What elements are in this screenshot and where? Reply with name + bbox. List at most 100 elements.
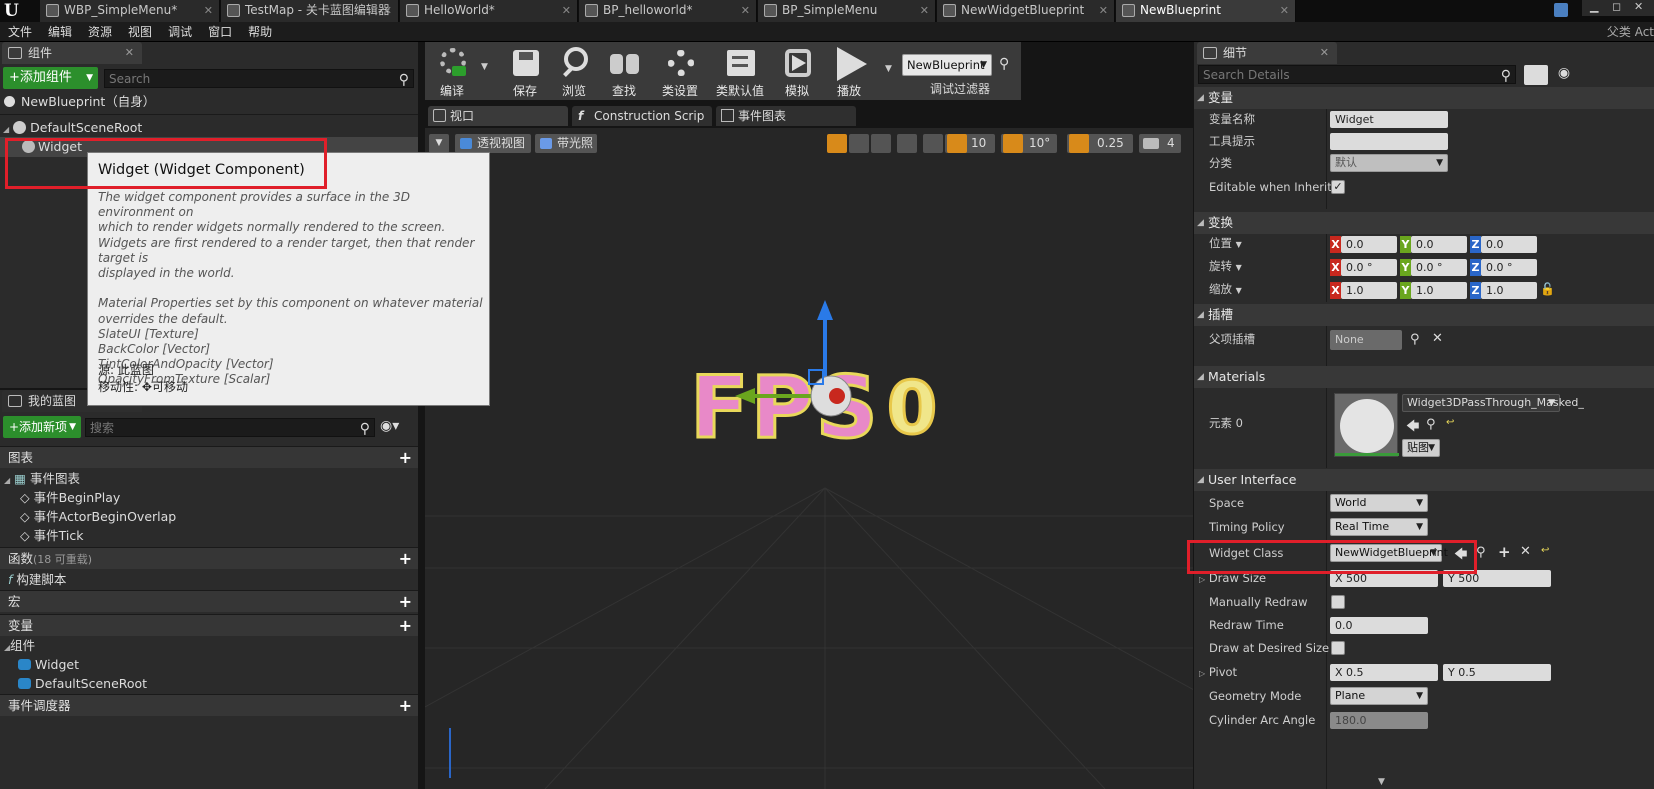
close-icon[interactable]: ✕ xyxy=(125,42,134,64)
section-materials[interactable]: ◢ Materials xyxy=(1194,366,1654,388)
play-button[interactable]: 播放 xyxy=(827,44,871,99)
grid-snap-toggle[interactable]: 10 xyxy=(945,134,995,153)
category-macros[interactable]: 宏 + xyxy=(0,590,418,612)
menu-asset[interactable]: 资源 xyxy=(80,22,120,42)
lock-icon[interactable]: 🔓 xyxy=(1540,282,1555,296)
browse-button[interactable]: 浏览 xyxy=(553,44,595,99)
graph-item-event-graph[interactable]: ◢ ▦ 事件图表 xyxy=(4,469,80,489)
scroll-more-chevron-icon[interactable]: ▼ xyxy=(1378,777,1385,787)
menu-window[interactable]: 窗口 xyxy=(200,22,240,42)
close-icon[interactable]: ✕ xyxy=(741,0,750,21)
find-button[interactable]: 查找 xyxy=(603,44,645,99)
function-item-construction[interactable]: f 构建脚本 xyxy=(8,570,66,590)
event-item-tick[interactable]: ◇ 事件Tick xyxy=(20,526,83,546)
doc-tab-bp-simplemenu[interactable]: BP_SimpleMenu ✕ xyxy=(758,0,936,22)
space-select[interactable]: World ▼ xyxy=(1330,494,1428,512)
scale-y-field[interactable]: 1.0 xyxy=(1411,282,1467,299)
doc-tab-wbp-simplemenu[interactable]: WBP_SimpleMenu* ✕ xyxy=(40,0,220,22)
scale-mode-icon[interactable] xyxy=(871,134,891,153)
clear-icon[interactable]: ✕ xyxy=(1432,331,1443,346)
save-button[interactable]: 保存 xyxy=(505,44,545,99)
search-icon[interactable]: ⚲ xyxy=(1410,332,1420,347)
category-variables[interactable]: 变量 + xyxy=(0,614,418,636)
minimize-icon[interactable]: ▁ xyxy=(1590,0,1598,14)
details-search-input[interactable]: Search Details ⚲ xyxy=(1198,65,1516,84)
simulate-button[interactable]: 模拟 xyxy=(777,44,817,99)
rotation-y-field[interactable]: 0.0 ° xyxy=(1411,259,1467,276)
class-defaults-button[interactable]: 类默认值 xyxy=(711,44,769,99)
pivot-x-field[interactable]: X 0.5 xyxy=(1330,664,1438,681)
close-icon[interactable]: ✕ xyxy=(920,0,929,21)
location-x-field[interactable]: 0.0 xyxy=(1341,236,1397,253)
menu-help[interactable]: 帮助 xyxy=(240,22,280,42)
rotation-z-field[interactable]: 0.0 ° xyxy=(1481,259,1537,276)
doc-tab-helloworld[interactable]: HelloWorld* ✕ xyxy=(400,0,578,22)
location-z-field[interactable]: 0.0 xyxy=(1481,236,1537,253)
tab-details[interactable]: 细节 ✕ xyxy=(1197,42,1337,64)
perspective-button[interactable]: 透视视图 xyxy=(455,134,531,153)
eye-icon[interactable]: ◉▾ xyxy=(380,418,399,434)
category-select[interactable]: 默认 ▼ xyxy=(1330,154,1448,172)
scale-x-field[interactable]: 1.0 xyxy=(1341,282,1397,299)
tab-components[interactable]: 组件 ✕ xyxy=(2,42,142,64)
add-new-button[interactable]: +添加新项 ▼ xyxy=(3,416,81,438)
section-user-interface[interactable]: ◢ User Interface xyxy=(1194,469,1654,491)
my-blueprint-search-input[interactable]: 搜索 ⚲ xyxy=(85,418,375,437)
play-options-chevron-icon[interactable]: ▼ xyxy=(885,64,892,74)
add-icon[interactable]: + xyxy=(399,615,412,637)
texture-button[interactable]: 贴图 ▼ xyxy=(1402,439,1440,457)
category-functions[interactable]: 函数(18 可重载) + xyxy=(0,547,418,569)
variable-group-components[interactable]: ◢组件 xyxy=(4,636,35,656)
draw-desired-size-checkbox[interactable] xyxy=(1331,641,1345,655)
category-event-dispatchers[interactable]: 事件调度器 + xyxy=(0,694,418,716)
tab-construction-script[interactable]: f Construction Scrip xyxy=(572,106,712,126)
add-icon[interactable]: + xyxy=(399,447,412,469)
browse-search-icon[interactable]: ⚲ xyxy=(1476,545,1486,560)
add-icon[interactable]: + xyxy=(399,695,412,717)
editable-inherited-checkbox[interactable]: ✓ xyxy=(1331,180,1345,194)
surface-snap-icon[interactable] xyxy=(923,134,943,153)
cylinder-arc-angle-field[interactable]: 180.0 xyxy=(1330,712,1428,729)
close-icon[interactable]: ✕ xyxy=(383,0,392,21)
menu-file[interactable]: 文件 xyxy=(0,22,40,42)
material-select[interactable]: Widget3DPassThrough_Masked_ ▼ xyxy=(1402,394,1584,412)
doc-tab-newwidgetblueprint[interactable]: NewWidgetBlueprint ✕ xyxy=(937,0,1115,22)
variable-item-widget[interactable]: Widget xyxy=(18,655,79,675)
rotation-x-field[interactable]: 0.0 ° xyxy=(1341,259,1397,276)
timing-policy-select[interactable]: Real Time ▼ xyxy=(1330,518,1428,536)
scale-snap-toggle[interactable]: 0.25 xyxy=(1067,134,1133,153)
compile-options-chevron-icon[interactable]: ▼ xyxy=(481,62,488,72)
close-icon[interactable]: ✕ xyxy=(1280,0,1289,21)
transform-gizmo[interactable] xyxy=(725,298,885,448)
class-settings-button[interactable]: 类设置 xyxy=(657,44,703,99)
maximize-icon[interactable]: ◻ xyxy=(1612,0,1621,14)
translate-mode-icon[interactable] xyxy=(827,134,847,153)
add-icon[interactable]: + xyxy=(399,548,412,570)
use-selected-arrow-icon[interactable]: 🡄 xyxy=(1406,417,1419,439)
redraw-time-field[interactable]: 0.0 xyxy=(1330,617,1428,634)
doc-tab-newblueprint[interactable]: NewBlueprint ✕ xyxy=(1116,0,1296,22)
debug-search-icon[interactable]: ⚲ xyxy=(999,56,1009,72)
manually-redraw-checkbox[interactable] xyxy=(1331,595,1345,609)
add-icon[interactable]: + xyxy=(399,591,412,613)
parent-socket-field[interactable]: None xyxy=(1330,330,1402,350)
rotate-mode-icon[interactable] xyxy=(849,134,869,153)
scale-z-field[interactable]: 1.0 xyxy=(1481,282,1537,299)
pivot-label[interactable]: ▷ Pivot xyxy=(1199,663,1237,683)
tab-event-graph[interactable]: 事件图表 xyxy=(716,106,856,126)
property-matrix-icon[interactable] xyxy=(1524,65,1548,85)
tree-item-defaultsceneroot[interactable]: ◢ DefaultSceneRoot xyxy=(3,118,142,138)
coordinate-space-icon[interactable] xyxy=(897,134,917,153)
location-label[interactable]: 位置 ▼ xyxy=(1209,234,1242,254)
section-variable[interactable]: ◢ 变量 xyxy=(1194,87,1654,109)
category-graphs[interactable]: 图表 + xyxy=(0,446,418,468)
menu-view[interactable]: 视图 xyxy=(120,22,160,42)
variable-item-defaultsceneroot[interactable]: DefaultSceneRoot xyxy=(18,674,147,694)
close-window-icon[interactable]: ✕ xyxy=(1634,0,1643,14)
browse-search-icon[interactable]: ⚲ xyxy=(1426,417,1436,432)
reset-arrow-icon[interactable]: ↩ xyxy=(1541,545,1549,556)
doc-tab-testmap[interactable]: TestMap - 关卡蓝图编辑器 ✕ xyxy=(221,0,399,22)
tooltip-field[interactable] xyxy=(1330,133,1448,150)
menu-edit[interactable]: 编辑 xyxy=(40,22,80,42)
section-transform[interactable]: ◢ 变换 xyxy=(1194,212,1654,234)
